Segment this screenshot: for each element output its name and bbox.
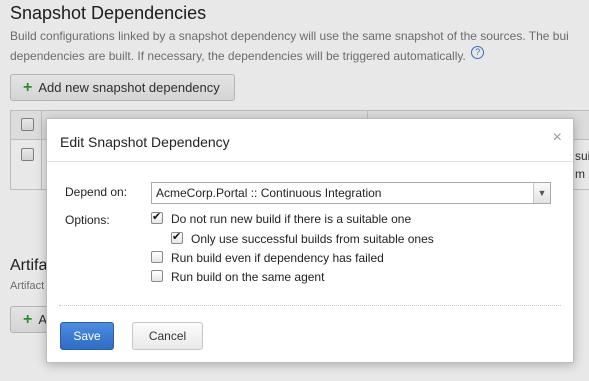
depend-on-select[interactable]: AcmeCorp.Portal :: Continuous Integratio… — [151, 182, 551, 204]
save-button[interactable]: Save — [60, 322, 114, 350]
page-description: Build configurations linked by a snapsho… — [10, 27, 589, 66]
add-snapshot-dependency-label: Add new snapshot dependency — [38, 80, 220, 95]
option-run-if-failed-label: Run build even if dependency has failed — [171, 251, 384, 265]
option-same-agent[interactable]: Run build on the same agent — [151, 270, 324, 286]
option-successful-only-checkbox[interactable] — [171, 230, 183, 244]
row-checkbox[interactable] — [21, 148, 34, 161]
option-run-if-failed[interactable]: Run build even if dependency has failed — [151, 251, 384, 267]
help-icon[interactable]: ? — [471, 46, 485, 59]
artifact-section-description: Artifact — [10, 280, 45, 292]
add-snapshot-dependency-button[interactable]: + Add new snapshot dependency — [10, 74, 235, 101]
depend-on-value: AcmeCorp.Portal :: Continuous Integratio… — [156, 186, 382, 200]
option-no-new-build-checkbox[interactable] — [151, 210, 163, 224]
select-all-checkbox[interactable] — [21, 118, 34, 131]
option-same-agent-checkbox[interactable] — [151, 270, 163, 282]
row-text-fragment-2: m s — [575, 167, 589, 181]
cancel-button[interactable]: Cancel — [132, 322, 203, 350]
option-successful-only[interactable]: Only use successful builds from suitable… — [171, 230, 434, 248]
artifact-section-title: Artifa — [10, 257, 48, 274]
description-line-1: Build configurations linked by a snapsho… — [10, 29, 569, 43]
depend-on-label: Depend on: — [65, 185, 128, 199]
dialog-footer-divider — [59, 305, 561, 306]
dialog-title: Edit Snapshot Dependency — [60, 134, 230, 150]
option-no-new-build-label: Do not run new build if there is a suita… — [171, 212, 412, 226]
plus-icon: + — [23, 79, 33, 96]
edit-snapshot-dependency-dialog: Edit Snapshot Dependency × Depend on: Ac… — [46, 118, 574, 363]
option-no-new-build[interactable]: Do not run new build if there is a suita… — [151, 210, 412, 228]
option-successful-only-label: Only use successful builds from suitable… — [191, 232, 434, 246]
dialog-header-divider — [47, 161, 573, 162]
option-run-if-failed-checkbox[interactable] — [151, 251, 163, 263]
row-text-fragment-1: suit — [575, 149, 589, 163]
option-same-agent-label: Run build on the same agent — [171, 270, 325, 284]
description-line-2: dependencies are built. If necessary, th… — [10, 49, 466, 63]
page-title: Snapshot Dependencies — [10, 3, 207, 23]
close-icon[interactable]: × — [553, 130, 562, 146]
plus-icon: + — [23, 311, 33, 328]
options-label: Options: — [65, 213, 110, 227]
chevron-down-icon[interactable]: ▼ — [533, 183, 550, 203]
